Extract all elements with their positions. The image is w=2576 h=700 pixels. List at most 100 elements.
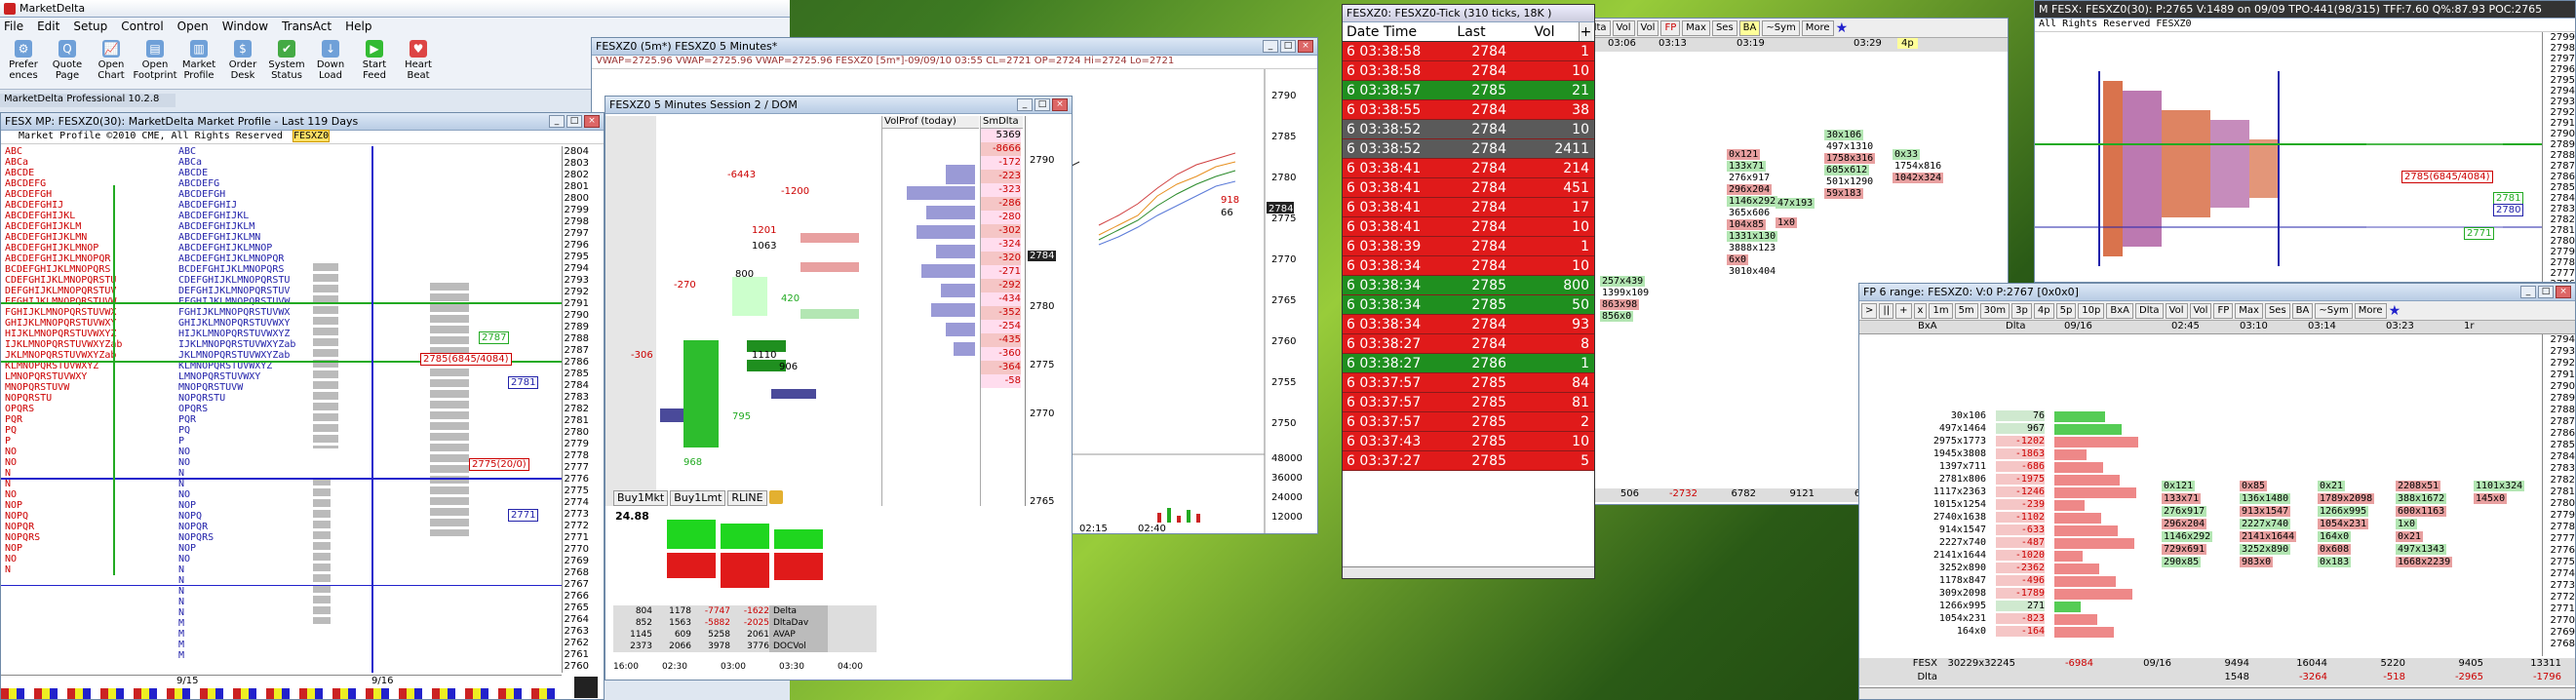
- quote-page-button[interactable]: Q Quote Page: [46, 37, 89, 88]
- close-button[interactable]: ×: [2556, 286, 2571, 298]
- rline-button[interactable]: RLINE: [727, 490, 767, 506]
- market-profile-titlebar[interactable]: FESX MP: FESXZ0(30): MarketDelta Market …: [1, 113, 604, 131]
- fp6-button[interactable]: Dlta: [2135, 302, 2164, 319]
- time-sales-titlebar[interactable]: FESXZ0: FESXZ0-Tick (310 ticks, 18K ): [1343, 5, 1594, 22]
- ts-row[interactable]: 6 03:38:34 2785 800: [1343, 276, 1594, 295]
- minimize-button[interactable]: _: [2520, 286, 2536, 298]
- ts-row[interactable]: 6 03:38:57 2785 21: [1343, 81, 1594, 100]
- lock-icon[interactable]: [768, 490, 783, 504]
- ts-rows[interactable]: 6 03:38:58 2784 1 6 03:38:58 2784 10 6 03:38:5…: [1343, 42, 1594, 471]
- ts-row[interactable]: 6 03:38:41 2784 451: [1343, 178, 1594, 198]
- fp6-button[interactable]: Ses: [2264, 302, 2290, 319]
- minimize-button[interactable]: _: [549, 115, 565, 128]
- preferences-button[interactable]: ⚙ Prefer ences: [2, 37, 45, 88]
- fp6-button[interactable]: BxA: [2106, 302, 2133, 319]
- fp6-scrollbar[interactable]: [1859, 687, 2575, 699]
- mfesx-profile[interactable]: [2035, 32, 2542, 283]
- vol-profile-panel[interactable]: VolProf (today): [881, 116, 979, 506]
- fp6-button[interactable]: >: [1861, 302, 1878, 319]
- maximize-button[interactable]: □: [566, 115, 582, 128]
- ts-row[interactable]: 6 03:38:52 2784 2411: [1343, 139, 1594, 159]
- fp6-button[interactable]: ~Sym: [2315, 302, 2353, 319]
- ts-row[interactable]: 6 03:38:41 2784 10: [1343, 217, 1594, 237]
- menu-setup[interactable]: Setup: [73, 19, 107, 33]
- ts-col-header[interactable]: Vol: [1510, 22, 1579, 41]
- menu-file[interactable]: File: [4, 19, 23, 33]
- fp6-button[interactable]: ||: [1879, 302, 1894, 319]
- close-button[interactable]: ×: [584, 115, 600, 128]
- menu-help[interactable]: Help: [345, 19, 371, 33]
- fpmid-sym-button[interactable]: ~Sym: [1762, 19, 1800, 36]
- fp6-button[interactable]: Vol: [2189, 302, 2212, 319]
- fpmid-more-button[interactable]: More: [1801, 19, 1834, 36]
- ts-row[interactable]: 6 03:37:57 2785 81: [1343, 393, 1594, 412]
- ts-row[interactable]: 6 03:38:34 2784 10: [1343, 256, 1594, 276]
- open-chart-button[interactable]: 📈 Open Chart: [90, 37, 133, 88]
- maximize-button[interactable]: □: [1034, 98, 1050, 111]
- ts-col-header[interactable]: Last: [1432, 22, 1510, 41]
- fp6-button[interactable]: x: [1913, 302, 1928, 319]
- fp6-button[interactable]: More: [2354, 302, 2387, 319]
- menu-edit[interactable]: Edit: [37, 19, 59, 33]
- ts-row[interactable]: 6 03:38:39 2784 1: [1343, 237, 1594, 256]
- market-profile-button[interactable]: ▥ Market Profile: [177, 37, 220, 88]
- ts-row[interactable]: 6 03:37:27 2785 5: [1343, 451, 1594, 471]
- ts-row[interactable]: 6 03:38:58 2784 1: [1343, 42, 1594, 61]
- maximize-button[interactable]: □: [2538, 286, 2554, 298]
- mp-scrollbar[interactable]: [1, 688, 562, 699]
- smdlta-panel[interactable]: SmDlta 5369 -8666 -172 -223 -323 -286 -280 -302…: [980, 116, 1023, 506]
- close-button[interactable]: ×: [1052, 98, 1068, 111]
- dom-titlebar[interactable]: FESXZ0 5 Minutes Session 2 / DOM _ □ ×: [605, 97, 1072, 114]
- ts-row[interactable]: 6 03:38:52 2784 10: [1343, 120, 1594, 139]
- fpmid-fp-button[interactable]: FP: [1660, 19, 1681, 36]
- chart-5m-titlebar[interactable]: FESXZ0 (5m*) FESXZ0 5 Minutes* _ □ ×: [592, 38, 1317, 56]
- order-desk-button[interactable]: $ Order Desk: [221, 37, 264, 88]
- ts-scroll-icon[interactable]: +: [1579, 22, 1592, 41]
- minimize-button[interactable]: _: [1017, 98, 1033, 111]
- fp6-titlebar[interactable]: FP 6 range: FESXZ0: V:0 P:2767 [0x0x0] _…: [1859, 284, 2575, 301]
- buy-limit-button[interactable]: Buy1Lmt: [670, 490, 726, 506]
- ts-row[interactable]: 6 03:37:43 2785 10: [1343, 432, 1594, 451]
- main-titlebar[interactable]: MarketDelta: [0, 0, 790, 18]
- download-button[interactable]: ↓ Down Load: [309, 37, 352, 88]
- ts-row[interactable]: 6 03:37:57 2785 84: [1343, 373, 1594, 393]
- taskbar-label[interactable]: MarketDelta Professional 10.2.8: [0, 94, 176, 107]
- fp6-button[interactable]: 1m: [1929, 302, 1953, 319]
- open-footprint-button[interactable]: ▤ Open Footprint: [133, 37, 177, 88]
- ts-hscrollbar[interactable]: [1343, 566, 1594, 578]
- fpmid-vol2-button[interactable]: Vol: [1636, 19, 1659, 36]
- fpmid-ba-button[interactable]: BA: [1738, 19, 1761, 36]
- dom-chart[interactable]: -6443 -1200 -270 -306 906 1063 1110 1201…: [605, 116, 878, 506]
- buy-market-button[interactable]: Buy1Mkt: [613, 490, 669, 506]
- fp6-grid[interactable]: 30x106 497x1464 2975x1773 1945x3808 1397x711…: [1859, 334, 2575, 656]
- menu-control[interactable]: Control: [121, 19, 163, 33]
- ts-row[interactable]: 6 03:38:41 2784 214: [1343, 159, 1594, 178]
- start-feed-button[interactable]: ▶ Start Feed: [353, 37, 396, 88]
- ts-col-header[interactable]: Date Time: [1343, 22, 1432, 41]
- ts-row[interactable]: 6 03:38:34 2785 50: [1343, 295, 1594, 315]
- fp6-button[interactable]: Vol: [2165, 302, 2188, 319]
- fp6-button[interactable]: +: [1895, 302, 1912, 319]
- menu-open[interactable]: Open: [177, 19, 209, 33]
- ts-row[interactable]: 6 03:38:27 2784 8: [1343, 334, 1594, 354]
- ts-row[interactable]: 6 03:38:27 2786 1: [1343, 354, 1594, 373]
- ts-row[interactable]: 6 03:38:34 2784 93: [1343, 315, 1594, 334]
- star-icon[interactable]: ★: [2389, 303, 2401, 319]
- fp6-button[interactable]: 3p: [2011, 302, 2032, 319]
- fp6-button[interactable]: BA: [2291, 302, 2314, 319]
- fp6-button[interactable]: 5p: [2055, 302, 2077, 319]
- ts-row[interactable]: 6 03:37:57 2785 2: [1343, 412, 1594, 432]
- fp6-button[interactable]: FP: [2213, 302, 2234, 319]
- heartbeat-button[interactable]: ♥ Heart Beat: [397, 37, 440, 88]
- fp6-button[interactable]: 4p: [2033, 302, 2054, 319]
- mp-corner-button[interactable]: [574, 677, 598, 698]
- fpmid-ses-button[interactable]: Ses: [1711, 19, 1737, 36]
- fp6-button[interactable]: 5m: [1954, 302, 1978, 319]
- menu-transact[interactable]: TransAct: [282, 19, 332, 33]
- fp6-button[interactable]: 10p: [2078, 302, 2105, 319]
- ts-row[interactable]: 6 03:38:41 2784 17: [1343, 198, 1594, 217]
- system-status-button[interactable]: ✔ System Status: [265, 37, 308, 88]
- fp6-button[interactable]: Max: [2235, 302, 2263, 319]
- mfesx-titlebar[interactable]: M FESX: FESXZ0(30): P:2765 V:1489 on 09/…: [2035, 1, 2575, 19]
- ts-row[interactable]: 6 03:38:55 2784 38: [1343, 100, 1594, 120]
